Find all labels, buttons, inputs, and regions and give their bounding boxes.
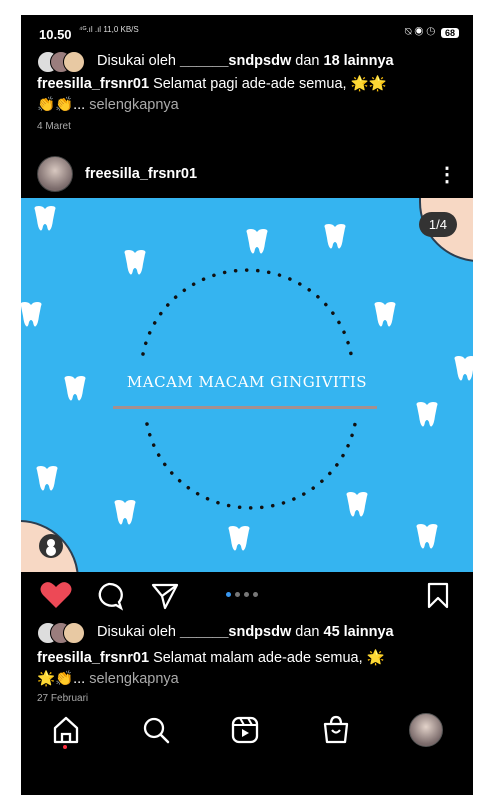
post-likes[interactable]: Disukai oleh ______sndpsdw dan 45 lainny… bbox=[37, 622, 394, 644]
caption-username[interactable]: freesilla_frsnr01 bbox=[37, 650, 149, 666]
like-heart-icon[interactable] bbox=[39, 580, 73, 610]
tooth-icon bbox=[124, 250, 146, 275]
caption-line2: 👏👏... bbox=[37, 97, 90, 113]
liker-avatar bbox=[63, 51, 85, 73]
carousel-dot bbox=[244, 592, 249, 597]
search-icon[interactable] bbox=[141, 715, 171, 745]
caption-text: Selamat pagi ade-ade semua, 🌟🌟 bbox=[149, 76, 387, 92]
tooth-icon bbox=[228, 526, 250, 551]
tagged-users-icon[interactable] bbox=[39, 534, 63, 558]
caption-username[interactable]: freesilla_frsnr01 bbox=[37, 76, 149, 92]
caption-text: Selamat malam ade-ade semua, 🌟 bbox=[149, 650, 385, 666]
carousel-counter: 1/4 bbox=[418, 212, 457, 237]
liker-avatars bbox=[37, 51, 97, 73]
tooth-icon bbox=[36, 466, 58, 491]
previous-post-date: 4 Maret bbox=[37, 121, 71, 132]
reels-icon[interactable] bbox=[230, 715, 260, 745]
carousel-dots bbox=[226, 592, 258, 597]
active-indicator bbox=[63, 745, 67, 749]
status-icons-glyphs: ⍉ ◉ ◷ bbox=[404, 26, 435, 38]
post-header: freesilla_frsnr01 ⋮ bbox=[37, 156, 457, 192]
save-bookmark-icon[interactable] bbox=[425, 582, 451, 610]
shop-icon[interactable] bbox=[321, 715, 351, 745]
tooth-icon bbox=[374, 302, 396, 327]
comment-icon[interactable] bbox=[94, 581, 124, 611]
tooth-icon bbox=[34, 206, 56, 231]
likes-text: Disukai oleh ______sndpsdw dan 18 lainny… bbox=[97, 53, 394, 69]
tooth-icon bbox=[416, 402, 438, 427]
status-time: 10.50 bbox=[39, 27, 72, 42]
tooth-icon bbox=[114, 500, 136, 525]
profile-avatar[interactable] bbox=[37, 156, 73, 192]
tooth-icon bbox=[416, 524, 438, 549]
caption-line2: 🌟👏... bbox=[37, 671, 90, 687]
signal-indicator: ⁴ᴳ.ıl .ıl 11,0 KB/S bbox=[79, 25, 139, 34]
bottom-navigation bbox=[21, 711, 473, 751]
previous-post-likes[interactable]: Disukai oleh ______sndpsdw dan 18 lainny… bbox=[37, 51, 394, 73]
dotted-arc-bottom bbox=[145, 422, 357, 510]
post-image[interactable]: MACAM MACAM GINGIVITIS 1/4 bbox=[21, 198, 473, 572]
carousel-dot-active bbox=[226, 592, 231, 597]
post-username[interactable]: freesilla_frsnr01 bbox=[85, 166, 197, 182]
image-title: MACAM MACAM GINGIVITIS bbox=[126, 373, 368, 391]
home-icon[interactable] bbox=[51, 715, 81, 745]
carousel-dot bbox=[253, 592, 258, 597]
tooth-icon bbox=[246, 229, 268, 254]
share-icon[interactable] bbox=[150, 581, 180, 611]
post-actions bbox=[21, 580, 473, 614]
post-caption: freesilla_frsnr01 Selamat malam ade-ade … bbox=[37, 648, 457, 690]
dotted-arc-top bbox=[141, 268, 353, 356]
previous-post-caption: freesilla_frsnr01 Selamat pagi ade-ade s… bbox=[37, 74, 457, 116]
tooth-icon bbox=[346, 492, 368, 517]
carousel-dot bbox=[235, 592, 240, 597]
status-icons: ⍉ ◉ ◷ 68 bbox=[405, 26, 459, 39]
tooth-icon bbox=[324, 224, 346, 249]
liker-avatar bbox=[63, 622, 85, 644]
tooth-icon bbox=[21, 302, 42, 327]
more-link[interactable]: selengkapnya bbox=[89, 671, 179, 687]
likes-text: Disukai oleh ______sndpsdw dan 45 lainny… bbox=[97, 624, 394, 640]
battery-icon: 68 bbox=[440, 27, 459, 38]
phone-screen: 10.50 ⁴ᴳ.ıl .ıl 11,0 KB/S ⍉ ◉ ◷ 68 Disuk… bbox=[21, 15, 473, 795]
title-underline bbox=[113, 406, 377, 409]
post-date: 27 Februari bbox=[37, 693, 89, 704]
profile-tab-avatar[interactable] bbox=[409, 713, 443, 747]
more-options-icon[interactable]: ⋮ bbox=[437, 162, 457, 187]
more-link[interactable]: selengkapnya bbox=[89, 97, 179, 113]
liker-avatars bbox=[37, 622, 97, 644]
status-bar: 10.50 ⁴ᴳ.ıl .ıl 11,0 KB/S ⍉ ◉ ◷ 68 bbox=[21, 15, 473, 51]
